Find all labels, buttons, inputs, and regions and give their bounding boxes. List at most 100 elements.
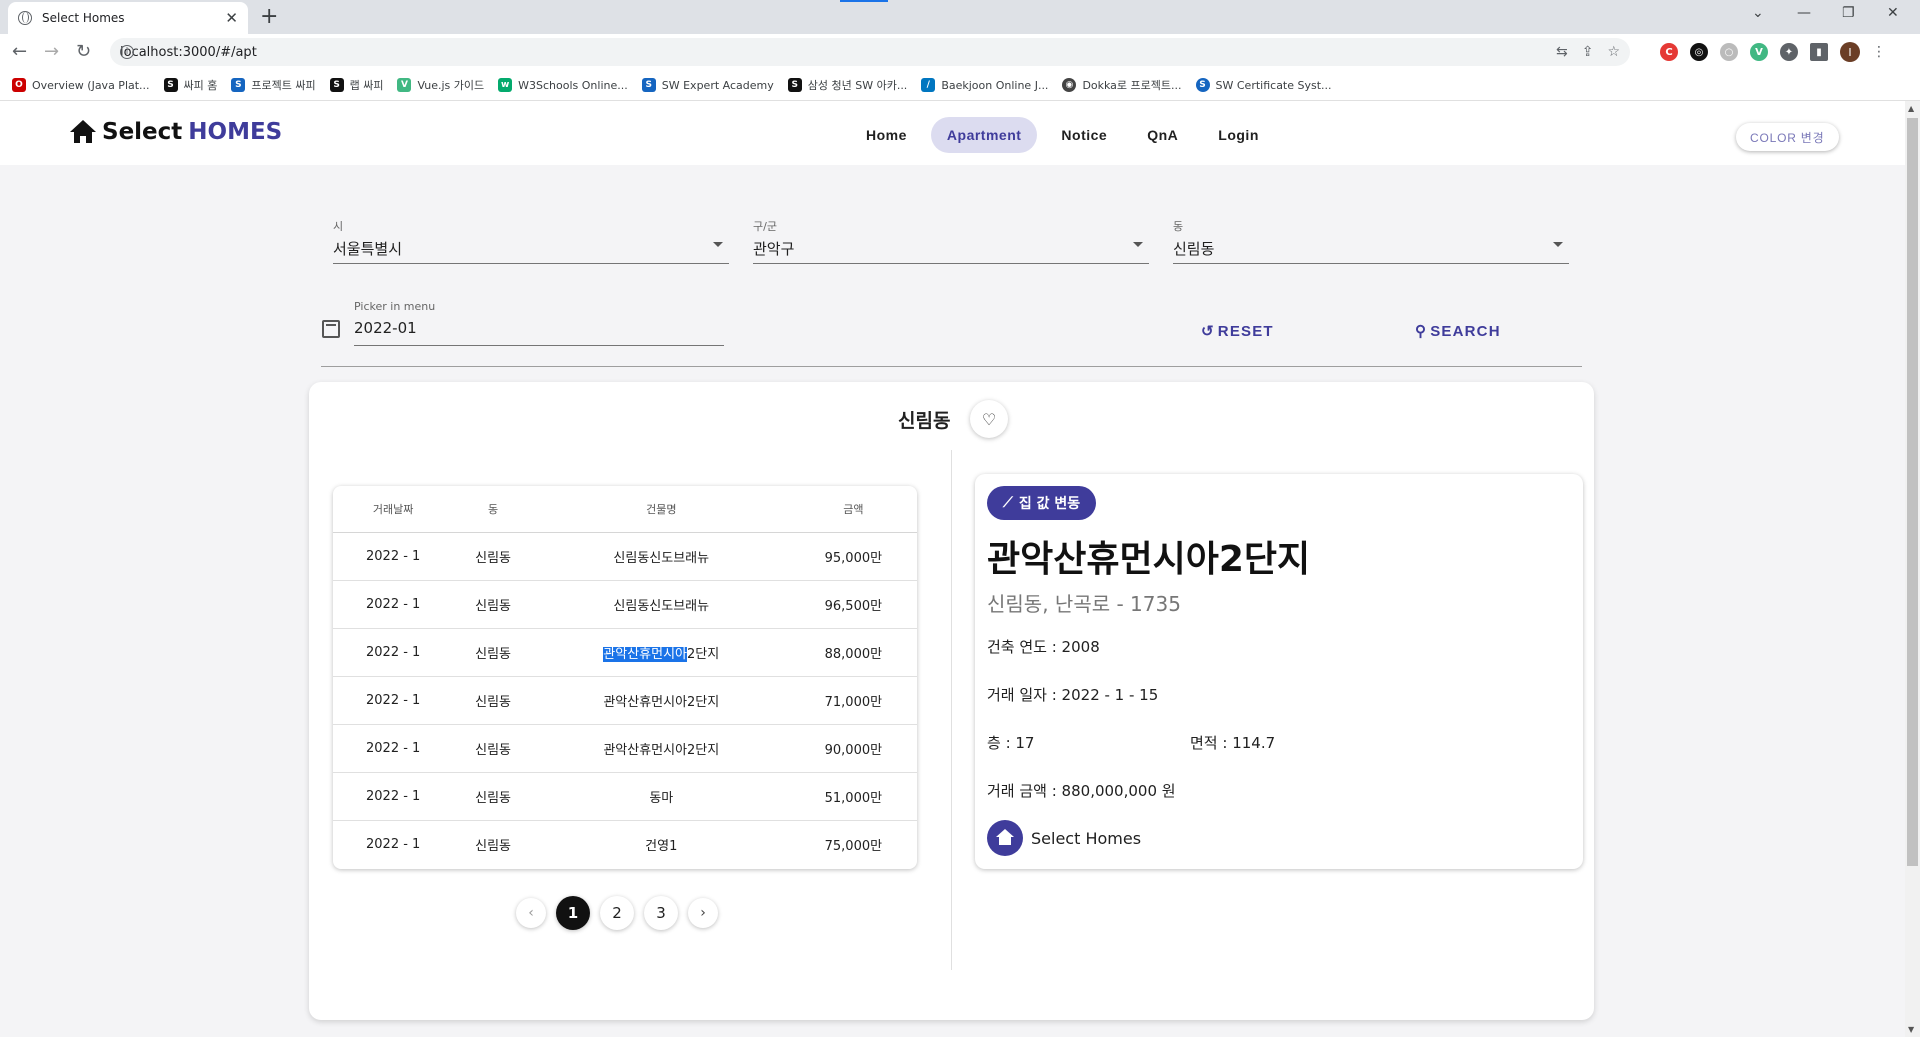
- bookmark-item[interactable]: S SW Certificate Syst...: [1195, 78, 1332, 92]
- home-avatar-icon: [987, 820, 1023, 856]
- page-button-1[interactable]: 1: [556, 896, 590, 930]
- close-window-button[interactable]: ✕: [1887, 5, 1899, 21]
- city-select[interactable]: 시 서울특별시: [333, 218, 729, 264]
- prev-page-button[interactable]: ‹: [516, 898, 546, 928]
- deal-building: 관악산휴먼시아2단지: [532, 676, 790, 725]
- table-row[interactable]: 2022 - 1 신림동 신림동신도브래뉴 96,500만: [333, 580, 917, 629]
- nav-notice[interactable]: Notice: [1045, 117, 1123, 153]
- deal-price: 51,000만: [789, 772, 917, 821]
- search-icon: ⚲: [1415, 323, 1428, 340]
- scroll-down-arrow-icon[interactable]: ▼: [1908, 1025, 1914, 1034]
- brand-logo[interactable]: Select HOMES: [70, 119, 282, 145]
- reset-button[interactable]: ↺ RESET: [1201, 322, 1274, 341]
- site-info-icon[interactable]: i: [120, 45, 134, 59]
- bookmark-item[interactable]: S 삼성 청년 SW 아카...: [787, 77, 907, 93]
- forward-arrow-icon[interactable]: →: [44, 41, 59, 62]
- profile-avatar[interactable]: I: [1840, 42, 1860, 62]
- favorite-button[interactable]: ♡: [970, 400, 1008, 438]
- restore-button[interactable]: ❐: [1842, 5, 1855, 21]
- new-tab-button[interactable]: +: [260, 4, 278, 29]
- gugun-label: 구/군: [753, 220, 777, 233]
- search-button[interactable]: ⚲ SEARCH: [1415, 322, 1501, 341]
- tab-search-icon[interactable]: ⌄: [1752, 5, 1764, 21]
- bookmark-item[interactable]: O Overview (Java Plat...: [12, 78, 150, 92]
- bookmark-item[interactable]: ◉ Dokka로 프로젝트...: [1062, 77, 1182, 93]
- extension-icon-2[interactable]: ◎: [1690, 43, 1708, 61]
- extension-icon-3[interactable]: ○: [1720, 43, 1738, 61]
- deal-dong: 신림동: [475, 838, 512, 854]
- extension-icon-1[interactable]: C: [1660, 43, 1678, 61]
- deal-price: 75,000만: [824, 838, 883, 854]
- column-header[interactable]: 금액: [789, 486, 917, 533]
- globe-icon: [18, 11, 32, 25]
- gugun-value: 관악구: [753, 240, 795, 258]
- nav-login[interactable]: Login: [1202, 117, 1275, 153]
- menu-kebab-icon[interactable]: ⋮: [1872, 44, 1886, 60]
- date-label: Picker in menu: [354, 300, 436, 313]
- ssafy-icon: S: [163, 78, 178, 92]
- deal-price: 88,000만: [789, 628, 917, 677]
- table-row[interactable]: 2022 - 1 신림동 관악산휴먼시아2단지 71,000만: [333, 676, 917, 725]
- deal-date: 2022 - 1: [333, 532, 454, 581]
- next-page-button[interactable]: ›: [688, 898, 718, 928]
- deal-date: 2022 - 1: [366, 836, 421, 852]
- side-panel-icon[interactable]: ▮: [1810, 43, 1828, 61]
- reset-icon: ↺: [1201, 323, 1215, 340]
- deal-date: 거래 일자 : 2022 - 1 - 15: [987, 686, 1159, 704]
- page-button-2[interactable]: 2: [600, 896, 634, 930]
- apartment-name: 관악산휴먼시아2단지: [987, 539, 1311, 580]
- color-change-button[interactable]: COLOR 변경: [1736, 123, 1839, 151]
- table-row[interactable]: 2022 - 1 신림동 신림동신도브래뉴 95,000만: [333, 532, 917, 581]
- scroll-up-arrow-icon[interactable]: ▲: [1908, 104, 1914, 113]
- column-header[interactable]: 건물명: [532, 486, 790, 533]
- gugun-select[interactable]: 구/군 관악구: [753, 218, 1149, 264]
- column-header[interactable]: 거래날짜: [333, 486, 454, 533]
- price-change-chip[interactable]: ⟋ 집 값 변동: [987, 486, 1097, 520]
- bookmark-item[interactable]: S랩 싸피: [329, 77, 383, 93]
- deal-dong: 신림동: [453, 532, 533, 581]
- nav-home[interactable]: Home: [850, 117, 923, 153]
- table-row[interactable]: 2022 - 1 신림동 관악산휴먼시아2단지 88,000만: [333, 628, 917, 677]
- deal-price: 거래 금액 : 880,000,000 원: [987, 782, 1176, 800]
- table-row[interactable]: 2022 - 1 신림동 동마 51,000만: [333, 772, 917, 821]
- share-icon[interactable]: ⇪: [1582, 44, 1594, 60]
- table-row[interactable]: 2022 - 1 신림동 건영1 75,000만: [333, 820, 917, 868]
- deal-dong: 신림동: [453, 628, 533, 677]
- deal-table: 거래날짜 동 건물명 금액 2022 - 1 신림동 신림동신도브래뉴 95,0…: [333, 486, 917, 869]
- bookmark-item[interactable]: S 프로젝트 싸피: [231, 77, 316, 93]
- bookmark-item[interactable]: V Vue.js 가이드: [397, 77, 484, 93]
- table-header-row: 거래날짜 동 건물명 금액: [333, 486, 917, 533]
- url-bar[interactable]: i localhost:3000/#/apt ⇆ ⇪ ☆: [110, 38, 1630, 66]
- bookmark-star-icon[interactable]: ☆: [1607, 44, 1620, 60]
- browser-tab[interactable]: Select Homes ✕: [8, 2, 248, 34]
- bookmark-item[interactable]: S SW Expert Academy: [641, 78, 774, 92]
- bookmark-item[interactable]: w W3Schools Online...: [498, 78, 628, 92]
- nav-apartment[interactable]: Apartment: [930, 117, 1038, 153]
- date-field[interactable]: Picker in menu 2022-01: [354, 300, 724, 346]
- filter-divider: [321, 366, 1582, 367]
- deal-price: 95,000만: [789, 532, 917, 581]
- table-row[interactable]: 2022 - 1 신림동 관악산휴먼시아2단지 90,000만: [333, 724, 917, 773]
- dong-value: 신림동: [1173, 240, 1215, 258]
- bookmark-item[interactable]: S 싸피 홈: [163, 77, 217, 93]
- calendar-icon[interactable]: [322, 320, 340, 338]
- column-header[interactable]: 동: [453, 486, 533, 533]
- page-button-3[interactable]: 3: [644, 896, 678, 930]
- deal-date: 2022 - 1: [333, 580, 454, 629]
- reload-icon[interactable]: ↻: [76, 41, 91, 62]
- translate-icon[interactable]: ⇆: [1556, 44, 1568, 60]
- close-tab-icon[interactable]: ✕: [225, 9, 238, 27]
- footer-brand-name: Select Homes: [1031, 829, 1142, 848]
- nav-qna[interactable]: QnA: [1131, 117, 1194, 153]
- scrollbar-thumb[interactable]: [1907, 118, 1918, 866]
- minimize-button[interactable]: —: [1797, 5, 1811, 21]
- back-arrow-icon[interactable]: ←: [12, 41, 27, 62]
- bookmarks-bar: O Overview (Java Plat... S 싸피 홈 S 프로젝트 싸피 S…: [0, 70, 1920, 101]
- unselected-text: 2단지: [687, 646, 720, 662]
- puzzle-extensions-icon[interactable]: ✦: [1780, 43, 1798, 61]
- area: 면적 : 114.7: [1190, 734, 1276, 752]
- heart-icon: ♡: [981, 409, 997, 429]
- bookmark-item[interactable]: / Baekjoon Online J...: [921, 78, 1048, 92]
- dong-select[interactable]: 동 신림동: [1173, 218, 1569, 264]
- vue-devtools-icon[interactable]: V: [1750, 43, 1768, 61]
